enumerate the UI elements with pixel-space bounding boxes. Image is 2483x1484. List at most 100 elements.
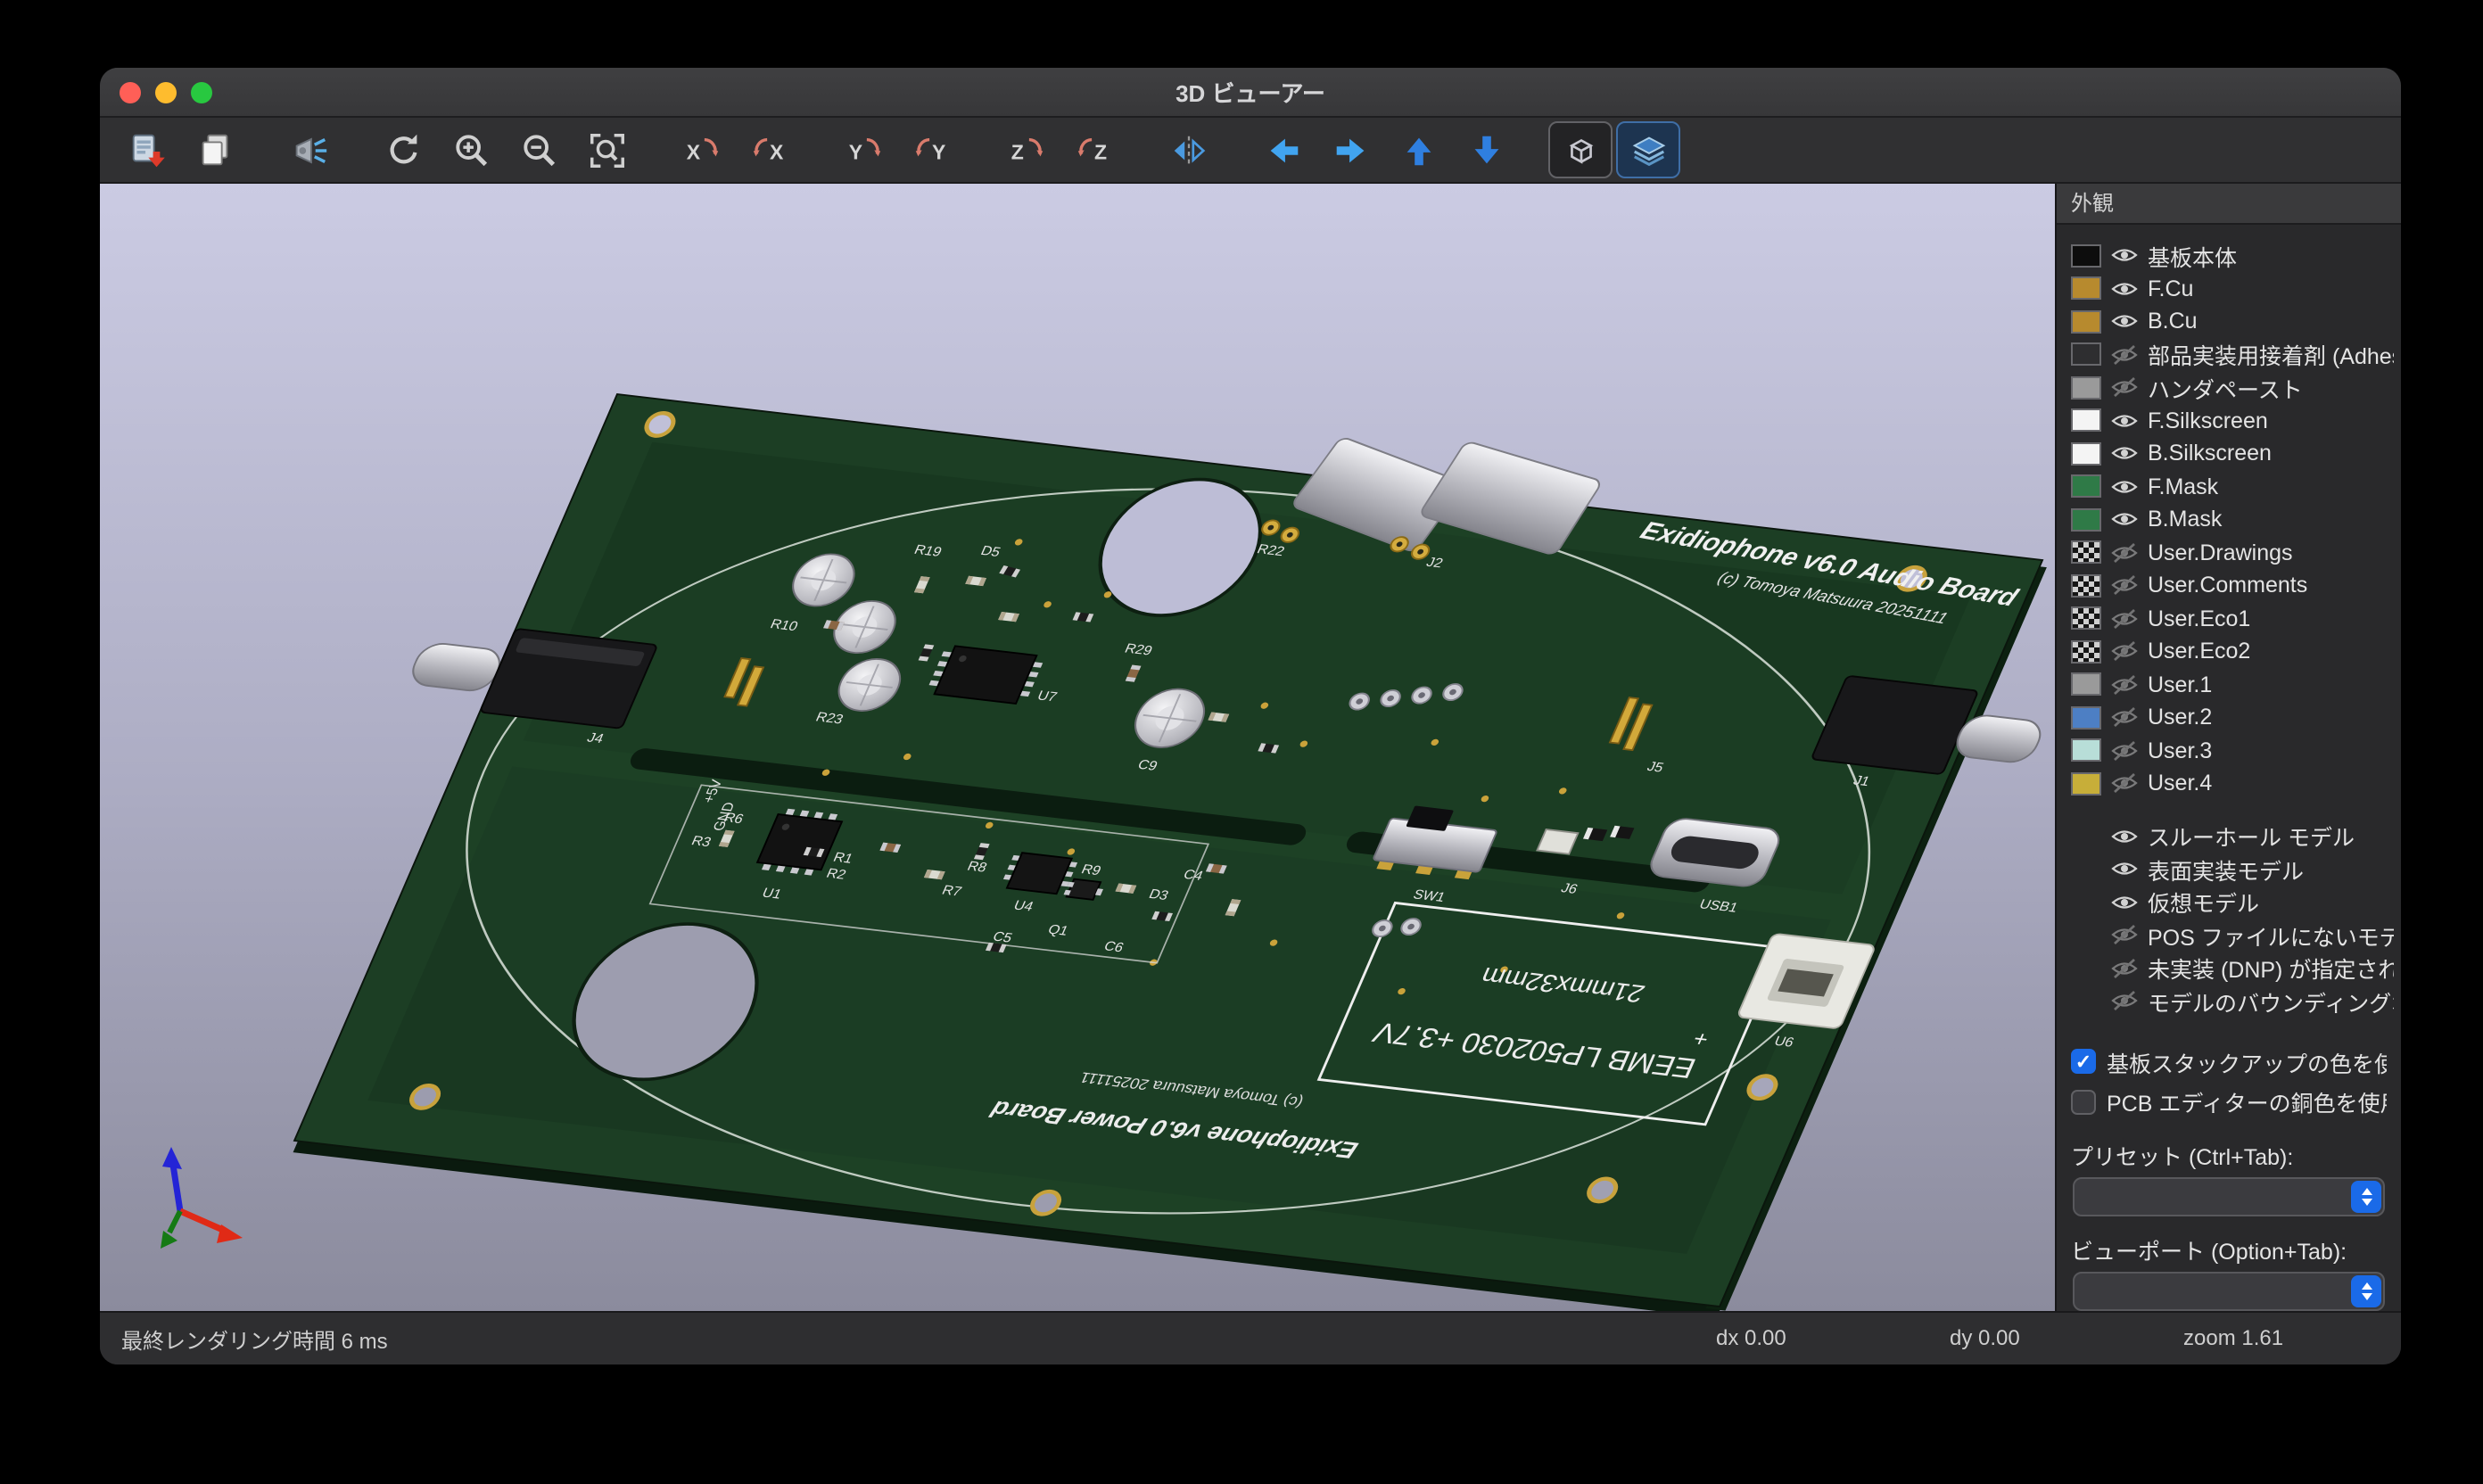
visibility-eye-icon[interactable] [2110,892,2139,913]
zoom-out-button[interactable] [507,121,571,178]
3d-viewport[interactable]: Exidiophone v6.0 Audio Board (c) Tomoya … [100,184,2055,1311]
visibility-eye-icon[interactable] [2110,575,2139,597]
layer-color-swatch[interactable] [2071,475,2101,499]
rotate-z-counterclockwise-button[interactable]: Z [1061,121,1126,178]
layer-color-swatch[interactable] [2071,706,2101,730]
layer-color-swatch[interactable] [2071,541,2101,565]
model-row-through-hole[interactable]: スルーホール モデル [2071,820,2394,853]
zoom-status: zoom 1.61 [2183,1325,2283,1350]
model-row-not-in-pos[interactable]: POS ファイルにないモデル [2071,919,2394,952]
visibility-eye-icon[interactable] [2110,991,2139,1012]
layer-color-swatch[interactable] [2071,409,2101,433]
layer-color-swatch[interactable] [2071,739,2101,763]
layer-color-swatch[interactable] [2071,343,2101,367]
layer-color-swatch[interactable] [2071,607,2101,631]
visibility-eye-icon[interactable] [2110,674,2139,696]
reload-board-button[interactable] [114,121,178,178]
layer-row-f-mask[interactable]: F.Mask [2071,470,2394,503]
render-raytracing-button[interactable] [276,121,341,178]
flip-board-button[interactable] [1156,121,1220,178]
use-pcb-editor-copper-colors-checkbox[interactable]: PCB エディターの銅色を使用 [2057,1082,2401,1122]
move-left-button[interactable] [1250,121,1315,178]
visibility-eye-icon[interactable] [2110,245,2139,267]
zoom-to-fit-button[interactable] [574,121,639,178]
layer-list: 基板本体 F.Cu B.Cu 部品実装用接着剤 (Adhesive) ハンダペー… [2057,225,2401,1042]
layer-row-user-drawings[interactable]: User.Drawings [2071,536,2394,569]
layer-row-fcu[interactable]: F.Cu [2071,272,2394,305]
visibility-eye-icon[interactable] [2110,826,2139,847]
titlebar[interactable]: 3D ビューアー [100,68,2401,118]
layer-row-user2[interactable]: User.2 [2071,701,2394,734]
layer-color-swatch[interactable] [2071,244,2101,268]
model-row-bounding-boxes[interactable]: モデルのバウンディングボックス [2071,985,2394,1018]
zoom-in-button[interactable] [439,121,503,178]
visibility-eye-icon[interactable] [2110,476,2139,498]
close-button[interactable] [120,81,141,103]
visibility-eye-icon[interactable] [2110,377,2139,399]
layer-row-adhesive[interactable]: 部品実装用接着剤 (Adhesive) [2071,338,2394,371]
copy-image-button[interactable] [182,121,246,178]
visibility-eye-icon[interactable] [2110,641,2139,663]
layer-color-swatch[interactable] [2071,574,2101,598]
rotate-x-clockwise-button[interactable]: X [669,121,733,178]
rotate-x-counterclockwise-button[interactable]: X [737,121,801,178]
move-right-button[interactable] [1318,121,1382,178]
layer-row-user-comments[interactable]: User.Comments [2071,569,2394,602]
layer-row-f-silkscreen[interactable]: F.Silkscreen [2071,404,2394,437]
visibility-eye-icon[interactable] [2110,859,2139,880]
visibility-eye-icon[interactable] [2110,542,2139,564]
layer-row-board-body[interactable]: 基板本体 [2071,239,2394,272]
model-row-dnp[interactable]: 未実装 (DNP) が指定されたモデル [2071,952,2394,985]
visibility-eye-icon[interactable] [2110,707,2139,729]
layer-row-user1[interactable]: User.1 [2071,668,2394,701]
checkbox-label: PCB エディターの銅色を使用 [2107,1085,2387,1119]
layer-color-swatch[interactable] [2071,772,2101,796]
show-appearance-panel-button[interactable] [1616,121,1680,178]
layer-color-swatch[interactable] [2071,640,2101,664]
visibility-eye-icon[interactable] [2110,509,2139,531]
visibility-eye-icon[interactable] [2110,740,2139,762]
swatch-placeholder [2071,825,2101,848]
visibility-eye-icon[interactable] [2110,608,2139,630]
layer-row-user-eco1[interactable]: User.Eco1 [2071,602,2394,635]
3d-scene-canvas[interactable]: Exidiophone v6.0 Audio Board (c) Tomoya … [100,184,2055,1311]
layer-color-swatch[interactable] [2071,376,2101,400]
layer-color-swatch[interactable] [2071,277,2101,301]
layer-row-user4[interactable]: User.4 [2071,767,2394,800]
layer-row-user3[interactable]: User.3 [2071,734,2394,767]
axis-orientation-gizmo [161,1147,243,1249]
visibility-eye-icon[interactable] [2110,410,2139,432]
layer-color-swatch[interactable] [2071,673,2101,697]
layer-color-swatch[interactable] [2071,508,2101,532]
redraw-button[interactable] [371,121,435,178]
checkbox-unchecked-icon [2071,1090,2096,1115]
layer-row-solder-paste[interactable]: ハンダペースト [2071,371,2394,404]
visibility-eye-icon[interactable] [2110,344,2139,366]
layer-color-swatch[interactable] [2071,310,2101,334]
orthographic-projection-button[interactable] [1548,121,1613,178]
move-down-button[interactable] [1454,121,1518,178]
minimize-button[interactable] [155,81,177,103]
visibility-eye-icon[interactable] [2110,278,2139,300]
model-row-virtual[interactable]: 仮想モデル [2071,886,2394,919]
use-board-stackup-colors-checkbox[interactable]: 基板スタックアップの色を使用 [2057,1042,2401,1082]
layer-row-bcu[interactable]: B.Cu [2071,305,2394,338]
visibility-eye-icon[interactable] [2110,443,2139,465]
layer-color-swatch[interactable] [2071,442,2101,466]
model-label: スルーホール モデル [2148,820,2355,853]
visibility-eye-icon[interactable] [2110,773,2139,795]
rotate-y-clockwise-button[interactable]: Y [831,121,895,178]
layer-row-user-eco2[interactable]: User.Eco2 [2071,635,2394,668]
layer-row-b-mask[interactable]: B.Mask [2071,503,2394,536]
visibility-eye-icon[interactable] [2110,311,2139,333]
visibility-eye-icon[interactable] [2110,925,2139,946]
visibility-eye-icon[interactable] [2110,958,2139,979]
layer-row-b-silkscreen[interactable]: B.Silkscreen [2071,437,2394,470]
viewport-combobox[interactable] [2073,1272,2385,1311]
rotate-z-clockwise-button[interactable]: Z [994,121,1058,178]
preset-combobox[interactable] [2073,1177,2385,1216]
model-row-smd[interactable]: 表面実装モデル [2071,853,2394,886]
move-up-button[interactable] [1386,121,1450,178]
rotate-y-counterclockwise-button[interactable]: Y [899,121,963,178]
zoom-window-button[interactable] [191,81,212,103]
